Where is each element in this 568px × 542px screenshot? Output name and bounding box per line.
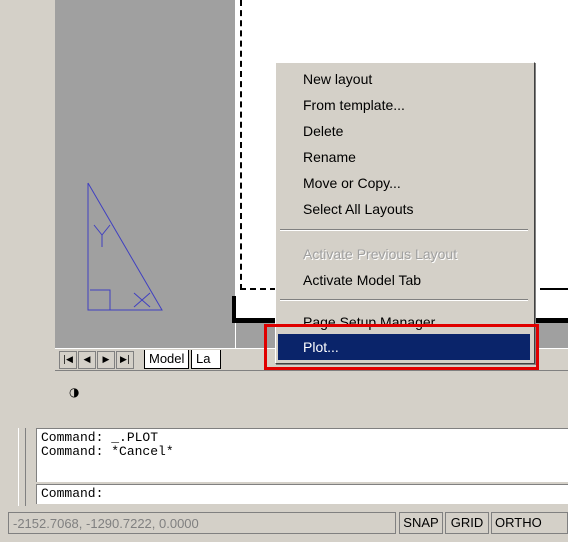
command-history-line: Command: *Cancel*	[41, 444, 174, 459]
highlight-annotation-box	[264, 324, 539, 370]
command-panel-grip[interactable]	[18, 428, 26, 506]
ortho-toggle[interactable]: ORTHO	[491, 512, 568, 534]
viewport-frame-bottom	[240, 288, 276, 290]
tab-layout[interactable]: La	[191, 350, 221, 369]
paper-shadow-left	[232, 296, 236, 323]
menu-item-from-template[interactable]: From template...	[278, 92, 530, 118]
menu-item-move-or-copy[interactable]: Move or Copy...	[278, 170, 530, 196]
menu-separator	[280, 299, 528, 301]
viewport-status-row: ◑	[55, 370, 568, 413]
menu-item-rename[interactable]: Rename	[278, 144, 530, 170]
next-tab-button[interactable]: ▶	[97, 351, 115, 369]
tab-model[interactable]: Model	[144, 350, 190, 369]
orbit-icon[interactable]: ◑	[69, 385, 79, 399]
menu-item-new-layout[interactable]: New layout	[278, 66, 530, 92]
first-tab-button[interactable]: |◀	[59, 351, 77, 369]
snap-toggle[interactable]: SNAP	[399, 512, 443, 534]
command-input[interactable]: Command:	[36, 484, 568, 504]
menu-item-activate-model-tab[interactable]: Activate Model Tab	[278, 267, 530, 293]
layout-context-menu: New layout From template... Delete Renam…	[275, 62, 535, 364]
menu-item-select-all-layouts[interactable]: Select All Layouts	[278, 196, 530, 222]
command-history: Command: _.PLOT Command: *Cancel*	[36, 428, 568, 482]
command-prompt: Command:	[41, 486, 104, 501]
coordinates-readout: -2152.7068, -1290.7222, 0.0000	[8, 512, 396, 534]
left-toolbar-gutter	[0, 0, 56, 412]
command-history-line: Command: _.PLOT	[41, 430, 159, 445]
last-tab-button[interactable]: ▶|	[116, 351, 134, 369]
status-bar: -2152.7068, -1290.7222, 0.0000 SNAP GRID…	[0, 507, 568, 542]
menu-separator	[280, 229, 528, 231]
menu-item-delete[interactable]: Delete	[278, 118, 530, 144]
ucs-icon	[87, 182, 163, 311]
viewport-frame-bottom-right	[540, 288, 568, 290]
viewport-frame-left	[240, 0, 242, 290]
menu-item-activate-previous-layout: Activate Previous Layout	[303, 246, 458, 262]
prev-tab-button[interactable]: ◀	[78, 351, 96, 369]
grid-toggle[interactable]: GRID	[445, 512, 489, 534]
